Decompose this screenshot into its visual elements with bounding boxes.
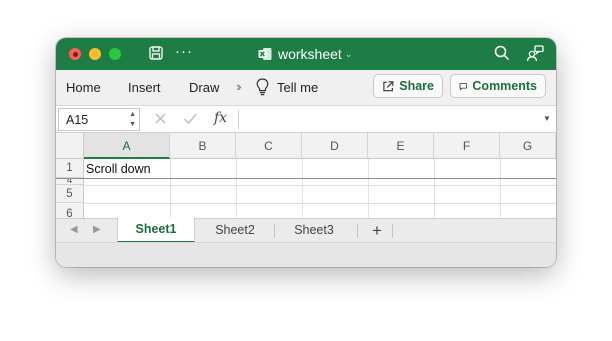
cancel-formula-icon[interactable] (154, 112, 167, 128)
column-header-f[interactable]: F (434, 133, 500, 159)
select-all-corner[interactable] (56, 133, 84, 159)
row-divider (84, 203, 556, 204)
column-header-g[interactable]: G (500, 133, 556, 159)
row-header-5[interactable]: 5 (56, 185, 84, 203)
formula-divider (238, 110, 239, 129)
column-divider (170, 159, 171, 218)
column-divider (368, 159, 369, 218)
comments-button[interactable]: Comments (450, 74, 546, 98)
row-header-6[interactable]: 6 (56, 203, 84, 218)
cell-a1[interactable]: Scroll down (86, 162, 151, 176)
more-options-icon[interactable]: ··· (175, 43, 193, 60)
share-icon (383, 80, 394, 91)
share-button-label: Share (399, 79, 434, 93)
share-people-icon[interactable] (526, 45, 544, 65)
ribbon: Home Insert Draw ›› Tell me Share Commen… (56, 70, 556, 106)
sheet-tab-sheet3[interactable]: Sheet3 (275, 219, 353, 243)
frozen-pane-divider (56, 178, 556, 179)
tab-insert[interactable]: Insert (128, 80, 161, 95)
search-icon[interactable] (494, 45, 510, 64)
name-box[interactable]: A15 ▲ ▼ (58, 108, 140, 131)
column-header-c[interactable]: C (236, 133, 302, 159)
column-divider (500, 159, 501, 218)
minimize-window-button[interactable] (89, 48, 101, 60)
sheet-tab-sheet1[interactable]: Sheet1 (117, 218, 195, 243)
name-box-value: A15 (66, 113, 89, 127)
chevron-down-icon: ⌄ (344, 48, 353, 59)
excel-window: ··· worksheet ⌄ Home Insert Draw ›› Tell… (56, 38, 556, 267)
lightbulb-icon (256, 78, 269, 99)
zoom-window-button[interactable] (109, 48, 121, 60)
column-header-a[interactable]: A (84, 133, 170, 159)
row-divider (84, 185, 556, 186)
tab-home[interactable]: Home (66, 80, 101, 95)
comment-icon (459, 82, 467, 91)
sheet-tabs-bar: ◀ ▶ Sheet1 Sheet2 Sheet3 + (56, 218, 556, 243)
formula-bar: A15 ▲ ▼ fx ▼ (56, 106, 556, 133)
column-divider (302, 159, 303, 218)
column-divider (434, 159, 435, 218)
column-header-e[interactable]: E (368, 133, 434, 159)
tab-draw[interactable]: Draw (189, 80, 219, 95)
column-divider (236, 159, 237, 218)
row-header-1[interactable]: 1 (56, 159, 84, 178)
column-header-b[interactable]: B (170, 133, 236, 159)
next-sheet-icon[interactable]: ▶ (93, 224, 101, 235)
tab-divider (357, 224, 358, 238)
window-title: worksheet (278, 46, 342, 62)
title-bar: ··· worksheet ⌄ (56, 38, 556, 70)
stepper-icon[interactable]: ▲ ▼ (129, 110, 136, 130)
confirm-formula-icon[interactable] (183, 112, 198, 128)
status-bar (56, 242, 556, 267)
insert-function-button[interactable]: fx (214, 110, 227, 126)
column-header-d[interactable]: D (302, 133, 368, 159)
tab-divider (392, 224, 393, 238)
document-title[interactable]: worksheet ⌄ (258, 45, 352, 63)
save-icon[interactable] (148, 45, 164, 64)
excel-icon (258, 47, 272, 61)
chevron-down-icon[interactable]: ▼ (543, 114, 551, 123)
chevron-double-right-icon[interactable]: ›› (236, 79, 241, 94)
previous-sheet-icon[interactable]: ◀ (70, 224, 78, 235)
formula-input[interactable] (242, 109, 538, 130)
comments-button-label: Comments (472, 79, 537, 93)
add-sheet-button[interactable]: + (364, 220, 390, 242)
sheet-tab-sheet2[interactable]: Sheet2 (196, 219, 274, 243)
share-button[interactable]: Share (373, 74, 443, 98)
tell-me-search[interactable]: Tell me (277, 80, 318, 95)
spreadsheet-grid[interactable]: A B C D E F G 1 4 5 6 Scroll down (56, 133, 556, 218)
close-window-button[interactable] (69, 48, 81, 60)
